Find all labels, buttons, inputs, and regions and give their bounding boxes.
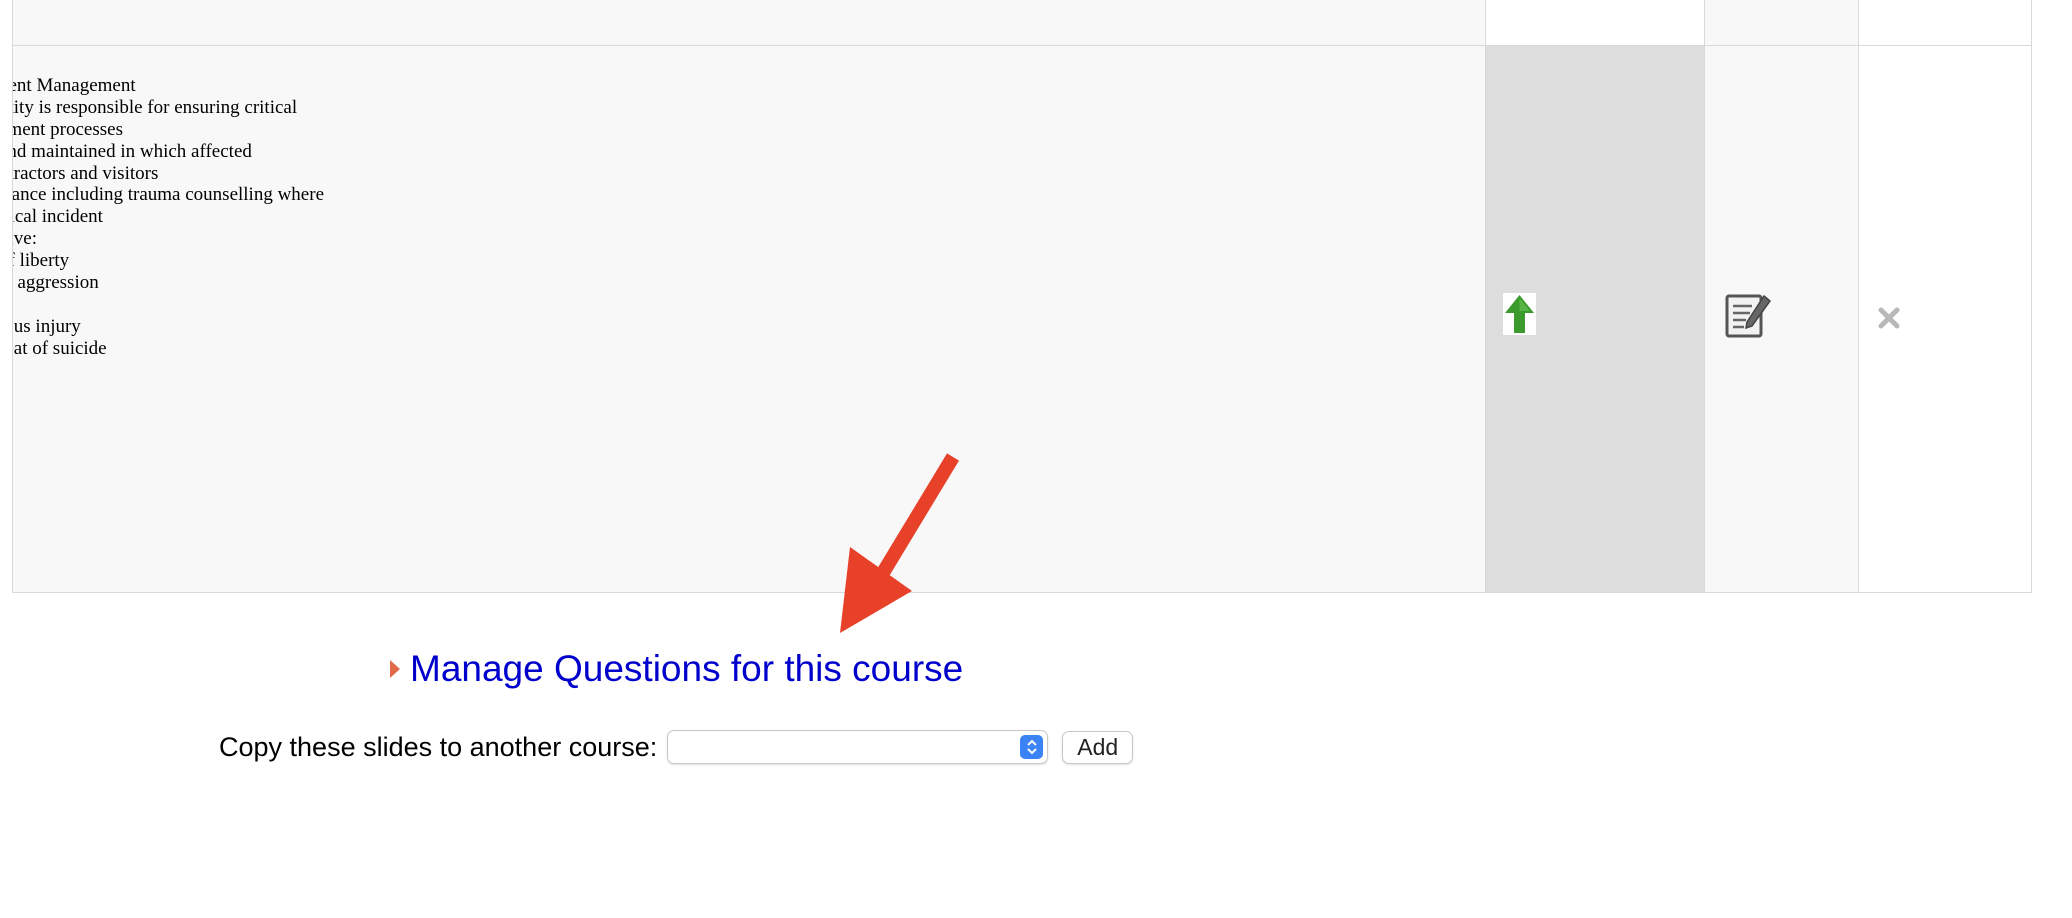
- slides-table: dent Management ntity is responsible for…: [12, 0, 2032, 593]
- add-button[interactable]: Add: [1062, 730, 1134, 764]
- delete-cell: [1858, 0, 2032, 46]
- table-row: dent Management ntity is responsible for…: [12, 45, 2032, 593]
- course-select[interactable]: [667, 730, 1049, 764]
- slide-text-line: ntity is responsible for ensuring critic…: [13, 96, 298, 118]
- slide-text-line: and maintained in which affected: [13, 140, 252, 162]
- up-arrow-icon[interactable]: [1503, 293, 1536, 335]
- edit-cell: [1704, 45, 1859, 593]
- manage-questions-link[interactable]: Manage Questions for this course: [410, 648, 963, 690]
- move-up-cell: [1485, 45, 1705, 593]
- close-icon[interactable]: [1877, 306, 1901, 330]
- manage-questions-row: Manage Questions for this course: [390, 648, 963, 690]
- edit-cell: [1704, 0, 1859, 46]
- slide-text-line: [13, 294, 659, 316]
- edit-notepad-icon[interactable]: [1724, 292, 1772, 340]
- bullet-triangle-icon: [390, 660, 400, 678]
- copy-slides-label: Copy these slides to another course:: [219, 731, 658, 762]
- slide-content-cell: dent Management ntity is responsible for…: [12, 45, 1486, 593]
- slide-text-line: al aggression: [13, 272, 99, 294]
- chevron-updown-icon: [1020, 735, 1044, 759]
- slide-text: dent Management ntity is responsible for…: [13, 75, 659, 360]
- copy-slides-row: Copy these slides to another course: Add: [219, 730, 1134, 764]
- slide-content-cell: [12, 0, 1486, 46]
- slide-text-line: reat of suicide: [13, 337, 107, 359]
- table-row: [12, 0, 2032, 46]
- delete-cell: [1858, 45, 2032, 593]
- slide-text-line: ious injury: [13, 315, 81, 337]
- slide-text-line: ement processes: [13, 118, 123, 140]
- move-up-cell: [1485, 0, 1705, 46]
- slide-content-viewport: dent Management ntity is responsible for…: [13, 46, 1483, 592]
- slide-text-line: stance including trauma counselling wher…: [13, 184, 325, 206]
- slide-text-line: itical incident: [13, 206, 103, 228]
- slide-text-line: olve:: [13, 228, 37, 250]
- slide-text-line: ntractors and visitors: [13, 162, 159, 184]
- slide-text-line: of liberty: [13, 250, 70, 272]
- slide-text-line: dent Management: [13, 75, 136, 96]
